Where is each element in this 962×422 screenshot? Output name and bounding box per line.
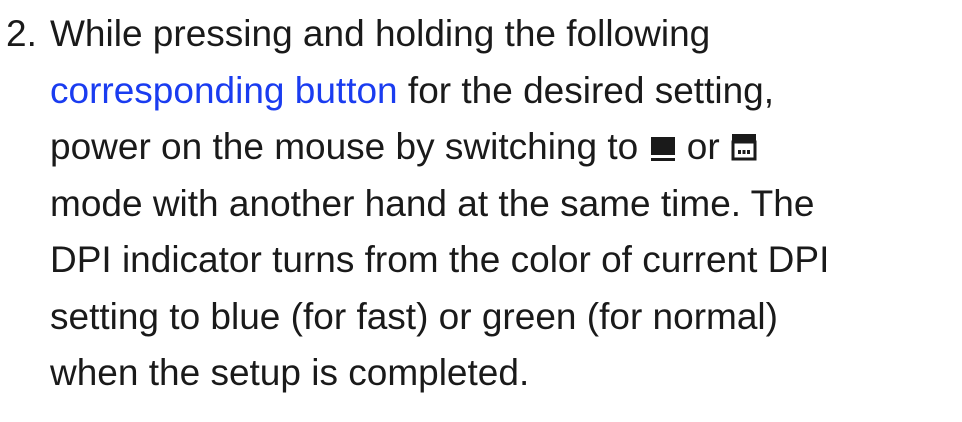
step-text-or: or (676, 126, 730, 167)
step-line-3: power on the mouse by switching to or (6, 119, 956, 176)
step-number: 2. (6, 13, 37, 54)
step-line-5: DPI indicator turns from the color of cu… (6, 232, 956, 289)
wired-mode-icon (649, 122, 677, 179)
step-text-line-3: power on the mouse by switching to (50, 126, 649, 167)
corresponding-button-link[interactable]: corresponding button (50, 70, 398, 111)
step-line-2: corresponding button for the desired set… (6, 63, 956, 120)
step-text-line-1: While pressing and holding the following (50, 13, 711, 54)
step-text-line-2: for the desired setting, (397, 69, 775, 111)
instruction-step: 2. While pressing and holding the followi… (6, 6, 956, 402)
step-text-line-5: DPI indicator turns from the color of cu… (50, 239, 830, 280)
step-line-4: mode with another hand at the same time.… (6, 176, 956, 233)
step-line-1: 2. While pressing and holding the followi… (6, 6, 956, 63)
step-line-7: when the setup is completed. (6, 345, 956, 402)
step-text-line-4: mode with another hand at the same time.… (50, 182, 815, 224)
step-text-line-7: when the setup is completed. (50, 352, 530, 393)
step-text-line-6: setting to blue (for fast) or green (for… (50, 295, 778, 337)
step-line-6: setting to blue (for fast) or green (for… (6, 289, 956, 346)
wireless-dongle-mode-icon (730, 122, 758, 179)
